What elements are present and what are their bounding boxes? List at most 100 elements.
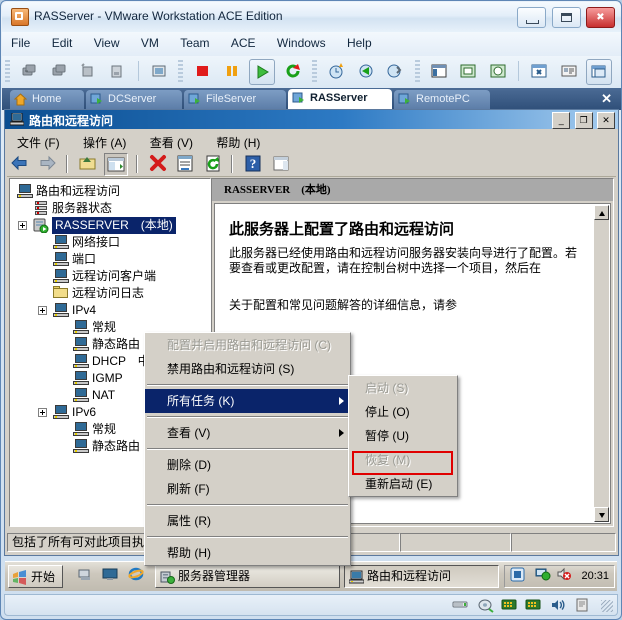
vm-icon: [292, 92, 304, 103]
tab-remotepc[interactable]: RemotePC: [394, 90, 490, 110]
close-tab-icon[interactable]: ✕: [601, 91, 612, 107]
vm-tools-icon[interactable]: [510, 567, 525, 590]
edit-vm-settings-icon[interactable]: [147, 59, 171, 83]
expander-icon[interactable]: [18, 221, 27, 230]
show-action-pane-icon[interactable]: [270, 153, 292, 174]
tab-home[interactable]: Home: [10, 90, 84, 110]
cd-dvd-icon[interactable]: [477, 598, 494, 613]
details-scrollbar[interactable]: [594, 205, 609, 522]
all-tasks-submenu[interactable]: 启动 (S) 停止 (O) 暂停 (U) 恢复 (M) 重新启动 (E): [348, 375, 458, 497]
reset-icon[interactable]: [281, 59, 305, 83]
quick-switch-icon[interactable]: [456, 59, 480, 83]
tab-fileserver[interactable]: FileServer: [184, 90, 286, 110]
context-menu-item-help[interactable]: 帮助 (H): [145, 541, 350, 565]
vmware-title-text: RASServer - VMware Workstation ACE Editi…: [34, 9, 283, 23]
take-snapshot-icon[interactable]: [324, 59, 348, 83]
toolbar-grip-3[interactable]: [312, 60, 318, 82]
forward-icon[interactable]: [36, 153, 58, 174]
menu-view[interactable]: View: [85, 32, 129, 54]
context-menu-item-disable[interactable]: 禁用路由和远程访问 (S): [145, 357, 350, 381]
show-hide-tree-icon[interactable]: [104, 153, 129, 176]
context-menu[interactable]: 配置并启用路由和远程访问 (C) 禁用路由和远程访问 (S) 所有任务 (K) …: [144, 332, 351, 566]
menu-help[interactable]: Help: [338, 32, 381, 54]
close-button[interactable]: ✖: [586, 7, 615, 28]
mmc-restore-button[interactable]: ❐: [574, 112, 593, 129]
refresh-icon[interactable]: [202, 153, 224, 174]
taskbar-item-routing-remote-access[interactable]: 路由和远程访问: [344, 565, 499, 588]
computer-icon: [53, 235, 69, 250]
reset-vm-icon[interactable]: [76, 59, 100, 83]
scroll-down-icon[interactable]: [594, 507, 609, 522]
toolbar-grip-4[interactable]: [414, 60, 420, 82]
show-sidebar-icon[interactable]: [427, 59, 451, 83]
tab-rasserver[interactable]: RASServer: [288, 89, 392, 110]
tree-node-label: 端口: [72, 252, 97, 266]
menu-vm[interactable]: VM: [132, 32, 168, 54]
pause-icon[interactable]: [220, 59, 244, 83]
expander-icon[interactable]: [38, 306, 47, 315]
preferences-icon[interactable]: [527, 59, 551, 83]
volume-muted-icon[interactable]: [556, 567, 572, 590]
desktop-icon[interactable]: [102, 566, 118, 585]
context-menu-item-delete[interactable]: 删除 (D): [145, 453, 350, 477]
context-menu-item-view[interactable]: 查看 (V): [145, 421, 350, 445]
context-menu-item-all-tasks[interactable]: 所有任务 (K): [145, 389, 350, 413]
summary-view-icon[interactable]: [557, 59, 581, 83]
mmc-close-button[interactable]: ✕: [597, 112, 615, 129]
full-screen-icon[interactable]: [486, 59, 510, 83]
scroll-up-icon[interactable]: [594, 205, 609, 220]
snapshot-manager-icon[interactable]: [105, 59, 129, 83]
maximize-button[interactable]: [551, 7, 581, 28]
vmware-status-bar: [4, 594, 618, 616]
sound-icon[interactable]: [550, 598, 567, 613]
tree-node-label: IPv4: [72, 303, 97, 317]
network1-icon[interactable]: [501, 598, 518, 613]
minimize-button[interactable]: [517, 7, 547, 28]
context-menu-item-refresh[interactable]: 刷新 (F): [145, 477, 350, 501]
submenu-item-stop[interactable]: 停止 (O): [349, 400, 457, 424]
hdd-icon[interactable]: [452, 598, 469, 613]
menu-team[interactable]: Team: [171, 32, 218, 54]
up-one-level-icon[interactable]: [77, 153, 99, 174]
menu-edit[interactable]: Edit: [43, 32, 82, 54]
resize-grip[interactable]: [601, 600, 613, 612]
expander-icon[interactable]: [38, 408, 47, 417]
vmware-menu-bar: File Edit View VM Team ACE Windows Help: [2, 32, 621, 57]
network2-icon[interactable]: [525, 598, 542, 613]
network-icon[interactable]: [535, 567, 551, 590]
menu-ace[interactable]: ACE: [222, 32, 265, 54]
show-desktop-icon[interactable]: [77, 566, 93, 585]
taskbar-item-server-manager[interactable]: 服务器管理器: [155, 565, 340, 588]
start-button[interactable]: 开始: [8, 565, 64, 588]
taskbar-clock[interactable]: 20:31: [581, 570, 609, 582]
power-off-vm-icon[interactable]: [17, 59, 41, 83]
mmc-menu-action[interactable]: 操作 (A): [73, 131, 136, 154]
delete-icon[interactable]: [147, 153, 169, 174]
revert-snapshot-icon[interactable]: [354, 59, 378, 83]
console-view-icon[interactable]: [585, 59, 612, 85]
toolbar-grip-2[interactable]: [178, 60, 184, 82]
tab-fileserver-label: FileServer: [206, 93, 257, 105]
mmc-menu-file[interactable]: 文件 (F): [7, 131, 70, 154]
vmware-toolbar: [2, 56, 621, 89]
menu-windows[interactable]: Windows: [268, 32, 335, 54]
mmc-menu-view[interactable]: 查看 (V): [140, 131, 203, 154]
help-icon[interactable]: ?: [242, 153, 264, 174]
suspend-vm-icon[interactable]: [47, 59, 71, 83]
play-icon[interactable]: [249, 59, 276, 85]
stop-icon[interactable]: [191, 59, 215, 83]
context-menu-item-properties[interactable]: 属性 (R): [145, 509, 350, 533]
printer-icon[interactable]: [574, 598, 591, 613]
toolbar-grip[interactable]: [5, 60, 10, 82]
properties-icon[interactable]: [174, 153, 196, 174]
tree-node-label: 远程访问客户端: [72, 269, 157, 283]
back-icon[interactable]: [9, 153, 31, 174]
mmc-menu-help[interactable]: 帮助 (H): [206, 131, 270, 154]
internet-explorer-icon[interactable]: [128, 566, 144, 585]
mmc-minimize-button[interactable]: _: [552, 112, 571, 129]
submenu-item-pause[interactable]: 暂停 (U): [349, 424, 457, 448]
menu-file[interactable]: File: [2, 32, 39, 54]
submenu-item-restart[interactable]: 重新启动 (E): [349, 472, 457, 496]
manage-snapshots-icon[interactable]: [383, 59, 407, 83]
tab-dcserver[interactable]: DCServer: [86, 90, 182, 110]
